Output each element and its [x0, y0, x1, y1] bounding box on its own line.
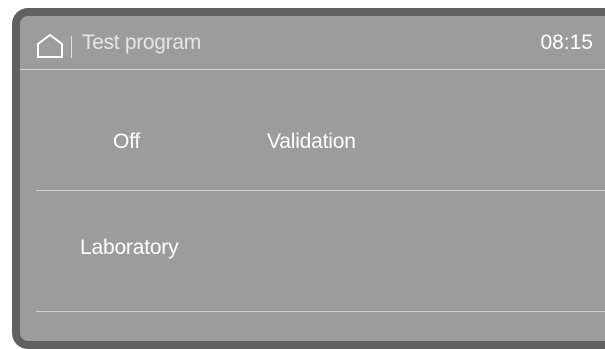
home-button[interactable]	[36, 33, 64, 59]
page-title: Test program	[82, 31, 201, 54]
clock-time: 08:15	[540, 31, 593, 54]
device: Test program 08:15 Off Validation Labora…	[0, 0, 605, 349]
header-divider	[71, 36, 72, 58]
row-divider	[36, 311, 605, 312]
option-validation[interactable]: Validation	[267, 130, 356, 154]
header-bar: Test program 08:15	[20, 16, 605, 69]
header-rule	[20, 69, 605, 70]
home-icon	[37, 33, 63, 58]
row-divider	[36, 190, 605, 191]
option-off[interactable]: Off	[113, 130, 140, 154]
display-screen: Test program 08:15 Off Validation Labora…	[12, 8, 605, 349]
option-laboratory[interactable]: Laboratory	[80, 236, 179, 260]
